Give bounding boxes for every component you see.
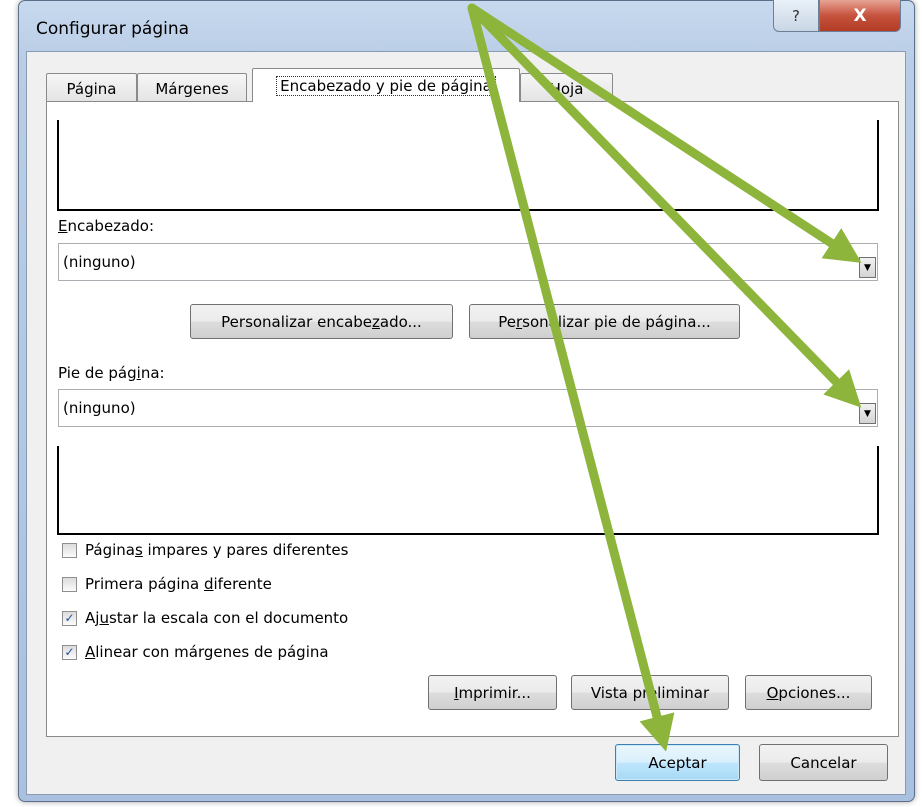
checkbox[interactable] (62, 542, 77, 558)
header-select-value: (ninguno) (63, 253, 136, 271)
tab-label: Hoja (549, 79, 584, 98)
customize-footer-button[interactable]: Personalizar pie de página... (469, 304, 740, 339)
option-label: Primera página diferente (85, 575, 272, 593)
tab-label: Márgenes (155, 79, 229, 98)
tab-pagina[interactable]: Página (46, 73, 137, 103)
help-icon: ? (792, 6, 800, 25)
tab-hoja[interactable]: Hoja (520, 73, 613, 103)
option-label: Alinear con márgenes de página (85, 643, 329, 661)
check-icon: ✓ (64, 645, 75, 659)
footer-select[interactable]: (ninguno) ▼ (58, 389, 878, 427)
tab-encabezado-pie[interactable]: Encabezado y pie de página (252, 68, 520, 102)
options-button[interactable]: Opciones... (745, 675, 872, 710)
check-icon: ✓ (64, 611, 75, 625)
chevron-down-icon[interactable]: ▼ (859, 403, 876, 424)
header-select[interactable]: (ninguno) ▼ (58, 243, 878, 281)
ok-button[interactable]: Aceptar (615, 744, 740, 781)
header-label: Encabezado: (58, 217, 154, 235)
checkbox-checked[interactable]: ✓ (62, 644, 77, 660)
print-button[interactable]: Imprimir... (428, 675, 557, 710)
dialog-title: Configurar página (36, 19, 190, 39)
option-first-page-different[interactable]: Primera página diferente (62, 573, 272, 595)
option-align-with-margins[interactable]: ✓ Alinear con márgenes de página (62, 641, 329, 663)
option-odd-even-different[interactable]: Páginas impares y pares diferentes (62, 539, 348, 561)
footer-select-value: (ninguno) (63, 399, 136, 417)
checkbox-checked[interactable]: ✓ (62, 610, 77, 626)
tab-label: Encabezado y pie de página (276, 75, 496, 96)
print-preview-button[interactable]: Vista preliminar (571, 675, 729, 710)
footer-preview (57, 446, 879, 535)
footer-label: Pie de página: (58, 364, 165, 382)
checkbox[interactable] (62, 576, 77, 592)
option-label: Ajustar la escala con el documento (85, 609, 349, 627)
cancel-button[interactable]: Cancelar (759, 744, 888, 781)
close-button[interactable]: X (819, 0, 901, 32)
option-label: Páginas impares y pares diferentes (85, 541, 349, 559)
close-icon: X (853, 5, 867, 26)
header-preview (57, 120, 879, 211)
option-scale-with-document[interactable]: ✓ Ajustar la escala con el documento (62, 607, 348, 629)
tab-label: Página (66, 79, 117, 98)
help-button[interactable]: ? (773, 0, 819, 32)
chevron-down-icon[interactable]: ▼ (859, 257, 876, 278)
customize-header-button[interactable]: Personalizar encabezado... (190, 304, 453, 339)
tab-margenes[interactable]: Márgenes (137, 73, 247, 103)
